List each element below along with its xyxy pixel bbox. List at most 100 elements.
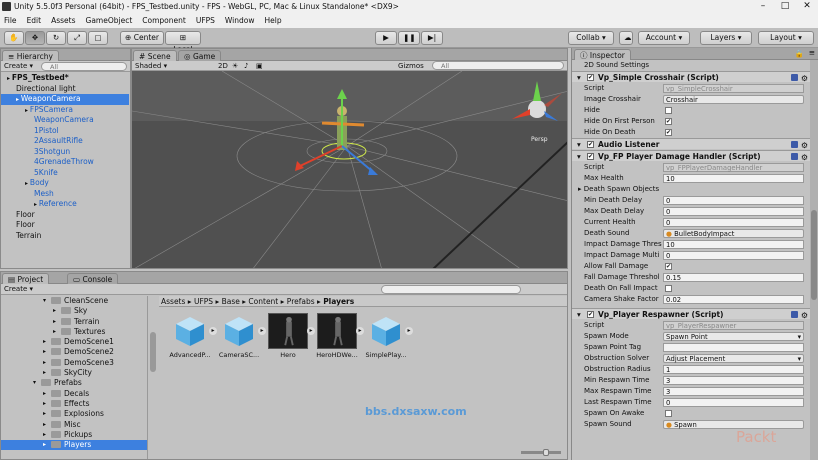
help-book-icon[interactable] [791,153,798,160]
checkbox[interactable]: ✔ [665,129,672,136]
expand-arrow-icon[interactable]: ▸ [43,409,46,419]
asset-item[interactable]: ▸ CameraSC... [216,313,266,359]
field-value[interactable]: 0 [663,251,804,260]
expand-arrow-icon[interactable]: ▾ [577,309,581,320]
expand-arrow-icon[interactable]: ▸ [53,327,56,337]
component-simple-crosshair[interactable]: ▾ ✔ Vp_Simple Crosshair (Script) ⚙ [572,71,810,83]
folder-item[interactable]: ▸ Pickups [1,430,147,440]
zoom-slider[interactable] [521,449,561,456]
hierarchy-item[interactable]: Terrain [1,231,129,242]
field-value[interactable]: 3 [663,376,804,385]
create-dropdown[interactable]: Create [4,62,27,70]
expand-arrow-icon[interactable]: ▸ [43,399,46,409]
hierarchy-item[interactable]: ▸ FPSCamera [1,105,129,116]
expand-arrow-icon[interactable]: ▸ [43,389,46,399]
audio-toggle-icon[interactable]: ♪ [244,61,248,71]
field-value[interactable]: 0 [663,398,804,407]
image-crosshair-field[interactable]: Crosshair [663,95,804,104]
expand-arrow-icon[interactable]: ▸ [43,358,46,368]
cloud-button[interactable]: ☁ [619,31,633,45]
expand-arrow-icon[interactable]: ▸ [53,306,56,316]
expand-arrow-icon[interactable]: ▾ [577,72,581,83]
tab-inspector[interactable]: ⓘ Inspector [574,49,631,60]
expand-arrow-icon[interactable]: ▸ [43,337,46,347]
field-value[interactable]: 10 [663,174,804,183]
component-audio-listener[interactable]: ▾ ✔ Audio Listener ⚙ [572,138,810,150]
tab-scene[interactable]: # Scene [133,50,177,61]
help-book-icon[interactable] [791,74,798,81]
hierarchy-item[interactable]: 5Knife [1,168,129,179]
menu-help[interactable]: Help [265,14,282,28]
expand-arrow-icon[interactable]: ▾ [577,139,581,150]
hierarchy-item[interactable]: Mesh [1,189,129,200]
folder-item[interactable]: ▾ CleanScene [1,296,147,306]
rect-tool-button[interactable]: ▢ [88,31,108,45]
object-field[interactable]: ● BulletBodyImpact [663,229,804,238]
shading-dropdown[interactable]: Shaded [135,62,161,70]
expand-arrow-icon[interactable]: ▾ [33,378,36,388]
folder-item[interactable]: ▸ DemoScene2 [1,347,147,357]
move-tool-button[interactable]: ✥ [25,31,45,45]
scale-tool-button[interactable]: ⤢ [67,31,87,45]
expand-arrow-icon[interactable]: ▸ [43,347,46,357]
hierarchy-item[interactable]: ▸ Reference [1,199,129,210]
checkbox[interactable]: ✔ [665,263,672,270]
menu-gameobject[interactable]: GameObject [86,14,133,28]
asset-item[interactable]: ▸ HeroHDWe... [314,313,364,359]
account-button[interactable]: Account ▾ [638,31,690,45]
scene-search-input[interactable]: All [432,61,564,70]
hierarchy-item[interactable]: 1Pistol [1,126,129,137]
hierarchy-item[interactable]: 2AssaultRifle [1,136,129,147]
menu-file[interactable]: File [4,14,17,28]
toggle-2d-button[interactable]: 2D [218,61,228,71]
minimize-icon[interactable]: – [752,0,774,14]
enabled-checkbox[interactable]: ✔ [587,153,594,160]
folder-item[interactable]: ▸ Textures [1,327,147,337]
folder-item[interactable]: ▸ Explosions [1,409,147,419]
folder-item[interactable]: ▸ Misc [1,420,147,430]
folder-item[interactable]: ▾ Prefabs [1,378,147,388]
folder-item[interactable]: ▸ DemoScene3 [1,358,147,368]
folder-item[interactable]: ▸ Effects [1,399,147,409]
menu-assets[interactable]: Assets [51,14,75,28]
enabled-checkbox[interactable]: ✔ [587,74,594,81]
pivot-center-button[interactable]: ⊕ Center [120,31,164,45]
panel-menu-icon[interactable]: ≡ [809,48,815,57]
hierarchy-item[interactable]: 4GrenadeThrow [1,157,129,168]
asset-item[interactable]: ▸ AdvancedP... [167,313,217,359]
select-field[interactable]: Adjust Placement ▾ [663,354,804,363]
field-value[interactable] [663,343,804,352]
expand-prefab-icon[interactable]: ▸ [405,327,413,335]
step-button[interactable]: ▶| [421,31,443,45]
hand-tool-button[interactable]: ✋ [4,31,24,45]
expand-arrow-icon[interactable]: ▸ [43,368,46,378]
expand-arrow-icon[interactable]: ▸ [43,430,46,440]
expand-arrow-icon[interactable]: ▾ [43,296,46,306]
folder-item[interactable]: ▸ Terrain [1,317,147,327]
expand-arrow-icon[interactable]: ▸ [53,317,56,327]
scrollbar-thumb[interactable] [811,210,817,300]
field-value[interactable]: 0 [663,196,804,205]
create-dropdown[interactable]: Create [4,285,27,293]
zoom-slider-handle[interactable] [543,449,549,456]
checkbox[interactable] [665,107,672,114]
maximize-icon[interactable]: □ [774,0,796,14]
checkbox[interactable]: ✔ [665,118,672,125]
tab-hierarchy[interactable]: ≡ Hierarchy [2,50,59,61]
enabled-checkbox[interactable]: ✔ [587,141,594,148]
layers-button[interactable]: Layers ▾ [700,31,752,45]
field-value[interactable]: 0 [663,207,804,216]
menu-window[interactable]: Window [225,14,255,28]
tab-project[interactable]: ▤ Project [2,273,50,284]
folder-item[interactable]: ▸ SkyCity [1,368,147,378]
lock-icon[interactable]: 🔒 [795,49,804,58]
field-value[interactable]: 1 [663,365,804,374]
breadcrumb-item[interactable]: Players [323,297,354,306]
tab-game[interactable]: ◎ Game [178,50,222,61]
tab-console[interactable]: ▭ Console [67,273,119,284]
pause-button[interactable]: ❚❚ [398,31,420,45]
hierarchy-item[interactable]: Floor [1,220,129,231]
expand-arrow-icon[interactable]: ▾ [577,151,581,162]
field-value[interactable]: 3 [663,387,804,396]
folder-item[interactable]: ▸ Sky [1,306,147,316]
